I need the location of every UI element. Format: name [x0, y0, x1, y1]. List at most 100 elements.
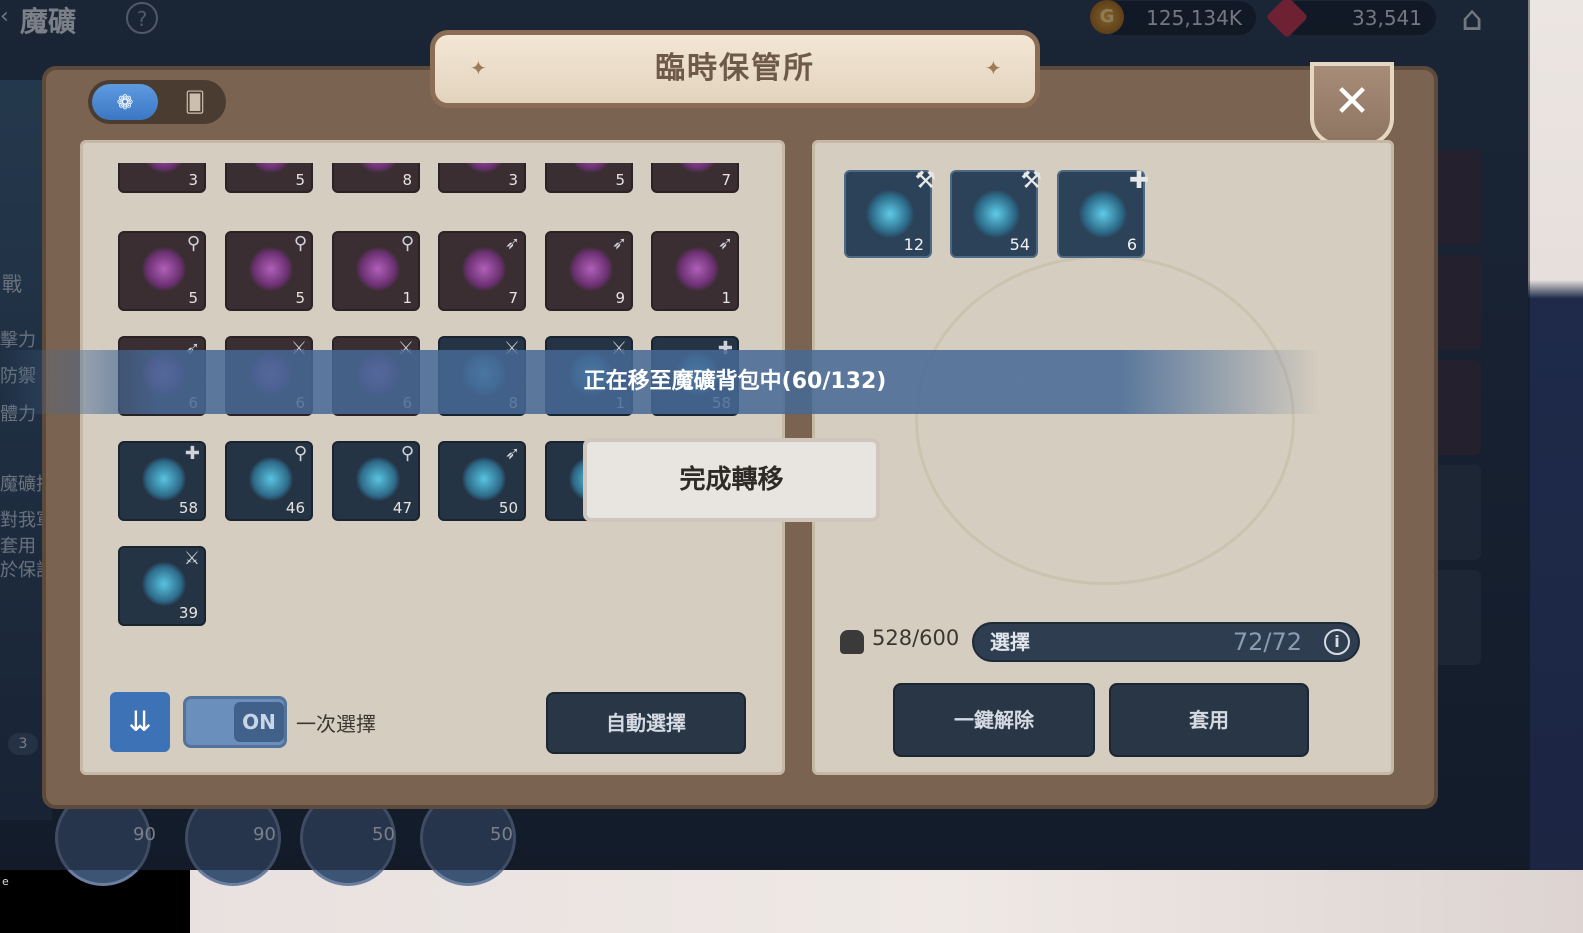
item-count: 3: [188, 171, 198, 189]
rune-type-icon: ➶: [504, 443, 520, 464]
item-count: 1: [721, 289, 731, 307]
rune-type-icon: ➶: [611, 233, 627, 254]
sort-button[interactable]: ⇊: [110, 692, 170, 752]
selection-bar: 選擇 72/72 i: [972, 622, 1360, 662]
bag-icon: [840, 630, 864, 654]
selection-count: 72/72: [1232, 628, 1302, 656]
selection-label: 選擇: [990, 630, 1030, 654]
storage-item[interactable]: ⚲ 5: [225, 231, 313, 311]
rune-gem-icon: [356, 163, 400, 173]
rune-gem-icon: [675, 247, 719, 291]
storage-item[interactable]: 8: [332, 163, 420, 193]
rune-icon: ❁: [116, 90, 134, 114]
storage-item[interactable]: ➶ 9: [545, 231, 633, 311]
rune-gem-icon: [142, 562, 186, 606]
rune-gem-icon: [142, 247, 186, 291]
storage-item[interactable]: ⚲ 5: [118, 231, 206, 311]
card-icon: 🂠: [184, 90, 206, 114]
rune-type-icon: ✚: [184, 443, 200, 464]
rune-type-icon: ➶: [717, 233, 733, 254]
bag-capacity: 528/600: [872, 626, 960, 650]
slot-count: 12: [903, 235, 924, 254]
batch-select-toggle[interactable]: ON: [183, 696, 287, 748]
storage-item[interactable]: ➶ 7: [438, 231, 526, 311]
slot-count: 54: [1009, 235, 1030, 254]
item-count: 7: [721, 171, 731, 189]
item-count: 5: [295, 171, 305, 189]
rune-gem-icon: [142, 163, 186, 173]
rune-gem-icon: [866, 190, 914, 238]
complete-transfer-button[interactable]: 完成轉移: [583, 438, 880, 522]
storage-item[interactable]: ⚲ 1: [332, 231, 420, 311]
storage-item[interactable]: ⚔ 39: [118, 546, 206, 626]
rune-gem-icon: [356, 457, 400, 501]
rune-gem-icon: [249, 457, 293, 501]
item-count: 3: [508, 171, 518, 189]
storage-item[interactable]: ⚲ 47: [332, 441, 420, 521]
rune-type-icon: ⚲: [293, 233, 307, 254]
selected-slot[interactable]: ✚ 6: [1057, 166, 1149, 258]
rune-gem-icon: [1079, 190, 1127, 238]
rune-type-icon: ⚒: [914, 166, 936, 194]
item-count: 9: [615, 289, 625, 307]
rune-type-icon: ⚔: [183, 548, 200, 569]
storage-item[interactable]: 5: [545, 163, 633, 193]
rune-gem-icon: [356, 247, 400, 291]
star-ornament-icon: ✦: [985, 56, 1002, 80]
slot-count: 6: [1126, 235, 1137, 254]
taskbar-text: e: [2, 875, 9, 888]
storage-item[interactable]: 3: [438, 163, 526, 193]
item-count: 47: [392, 499, 412, 517]
auto-select-button[interactable]: 自動選擇: [546, 692, 746, 754]
apply-button[interactable]: 套用: [1109, 683, 1309, 757]
star-ornament-icon: ✦: [470, 56, 487, 80]
storage-item[interactable]: 5: [225, 163, 313, 193]
item-count: 1: [402, 289, 412, 307]
storage-item[interactable]: ✚ 58: [118, 441, 206, 521]
clear-all-button[interactable]: 一鍵解除: [893, 683, 1095, 757]
item-count: 50: [498, 499, 518, 517]
rune-gem-icon: [972, 190, 1020, 238]
tab-rune[interactable]: ❁: [92, 84, 158, 120]
item-count: 46: [285, 499, 305, 517]
storage-item[interactable]: 3: [118, 163, 206, 193]
rune-gem-icon: [462, 457, 506, 501]
rune-gem-icon: [249, 163, 293, 173]
desktop-background: [1528, 0, 1583, 933]
progress-text: 正在移至魔礦背包中(60/132): [583, 369, 887, 394]
rune-type-icon: ⚲: [186, 233, 200, 254]
item-count: 5: [615, 171, 625, 189]
rune-gem-icon: [142, 457, 186, 501]
rune-type-icon: ⚲: [400, 443, 414, 464]
rune-gem-icon: [462, 163, 506, 173]
item-count: 39: [178, 604, 198, 622]
item-count: 5: [295, 289, 305, 307]
storage-item[interactable]: ➶ 50: [438, 441, 526, 521]
item-count: 7: [508, 289, 518, 307]
storage-item[interactable]: ➶ 1: [651, 231, 739, 311]
storage-item[interactable]: ⚲ 46: [225, 441, 313, 521]
rune-type-icon: ⚲: [400, 233, 414, 254]
dialog-title-banner: 臨時保管所: [430, 30, 1040, 108]
rune-gem-icon: [675, 163, 719, 173]
rune-type-icon: ⚲: [293, 443, 307, 464]
dialog-title: 臨時保管所: [655, 51, 815, 86]
selected-slot[interactable]: ⚒ 54: [950, 166, 1042, 258]
rune-gem-icon: [462, 247, 506, 291]
close-button[interactable]: ✕: [1310, 62, 1394, 146]
rune-gem-icon: [569, 247, 613, 291]
selected-slot[interactable]: ⚒ 12: [844, 166, 936, 258]
tab-card[interactable]: 🂠: [170, 84, 220, 120]
item-count: 8: [402, 171, 412, 189]
bag-watermark-icon: [915, 255, 1295, 585]
toggle-knob: ON: [234, 702, 284, 742]
storage-item[interactable]: 7: [651, 163, 739, 193]
rune-type-icon: ➶: [504, 233, 520, 254]
toggle-label: 一次選擇: [296, 712, 376, 736]
rune-gem-icon: [249, 247, 293, 291]
rune-type-icon: ⚒: [1020, 166, 1042, 194]
item-count: 58: [178, 499, 198, 517]
rune-gem-icon: [569, 163, 613, 173]
rune-type-icon: ✚: [1128, 166, 1149, 194]
info-icon[interactable]: i: [1324, 629, 1350, 655]
